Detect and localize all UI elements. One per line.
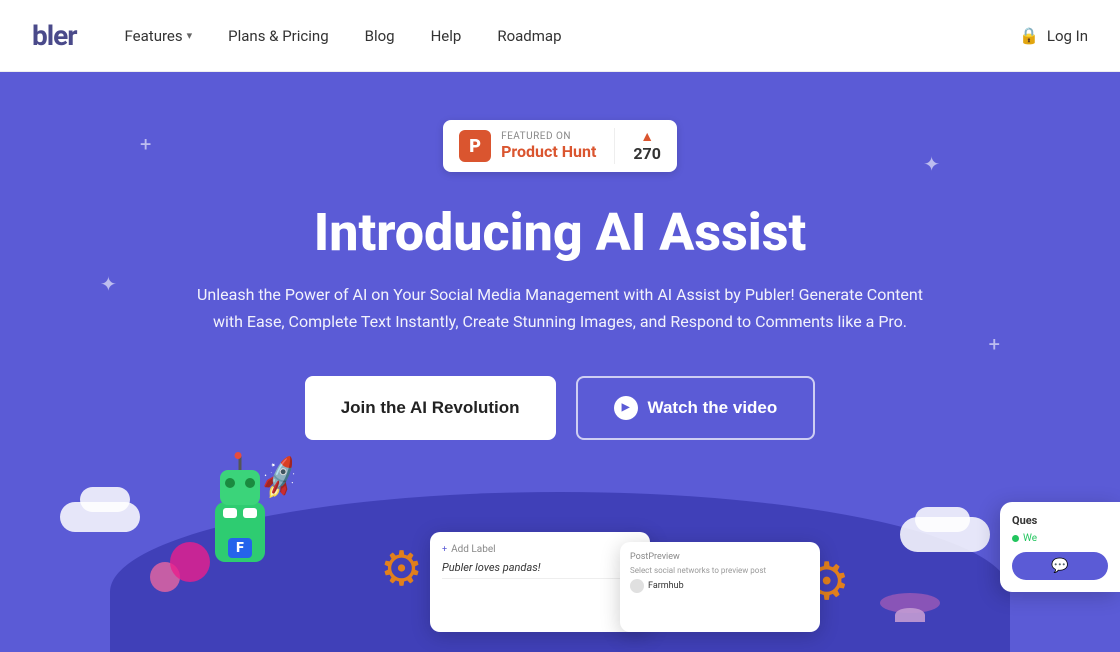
count-number: 270 <box>633 144 661 163</box>
nav-features[interactable]: Features ▾ <box>125 27 193 45</box>
nav-plans-label: Plans & Pricing <box>228 27 328 45</box>
nav-help-label: Help <box>431 27 462 45</box>
nav-blog-label: Blog <box>365 27 395 45</box>
nav-features-label: Features <box>125 27 183 45</box>
avatar-icon <box>630 579 644 593</box>
cloud-left-top <box>80 487 130 512</box>
featured-on-label: FEATURED ON <box>501 131 596 142</box>
chat-widget[interactable]: Ques We 💬 <box>1000 502 1120 592</box>
login-label: Log In <box>1047 27 1088 45</box>
add-label: Add Label <box>451 544 495 555</box>
watch-video-label: Watch the video <box>648 398 778 418</box>
sparkle-icon: + <box>989 332 1000 356</box>
preview-account: Farmhub <box>630 579 810 593</box>
chat-widget-title: Ques <box>1012 514 1108 527</box>
badge-divider <box>614 128 615 164</box>
lock-icon: 🔒 <box>1019 26 1039 45</box>
nav-blog[interactable]: Blog <box>365 27 395 45</box>
post-preview-mockup: PostPreview Select social networks to pr… <box>620 542 820 632</box>
sparkle-icon: + <box>140 132 151 156</box>
rocket-icon: 🚀 <box>255 453 305 502</box>
add-post-header: + Add Label <box>442 544 638 555</box>
nav-plans[interactable]: Plans & Pricing <box>228 27 328 45</box>
nav-roadmap[interactable]: Roadmap <box>497 27 561 45</box>
preview-title: PostPreview <box>630 552 810 562</box>
chat-bubble-icon: 💬 <box>1051 558 1068 574</box>
chat-status-label: We <box>1023 533 1037 544</box>
nav-links: Features ▾ Plans & Pricing Blog Help Roa… <box>125 27 1019 45</box>
hero-illustration: F 🚀 ⚙ ⚙ + <box>0 452 1120 652</box>
chat-button[interactable]: 💬 <box>1012 552 1108 580</box>
product-hunt-count: ▲ 270 <box>633 130 661 163</box>
hero-subtitle: Unleash the Power of AI on Your Social M… <box>190 281 930 335</box>
flower-decoration <box>170 542 210 582</box>
hero-section: + ✦ ✦ + P FEATURED ON Product Hunt ▲ 270… <box>0 72 1120 652</box>
chat-status: We <box>1012 533 1108 544</box>
sparkle-icon: ✦ <box>100 272 117 296</box>
cloud-right-top <box>915 507 970 532</box>
cta-buttons: Join the AI Revolution ▶ Watch the video <box>305 376 816 440</box>
triangle-icon: ▲ <box>640 130 654 144</box>
join-revolution-button[interactable]: Join the AI Revolution <box>305 376 556 440</box>
preview-name: Farmhub <box>648 581 684 591</box>
ufo-decoration <box>880 593 940 622</box>
watch-video-button[interactable]: ▶ Watch the video <box>576 376 816 440</box>
product-hunt-badge[interactable]: P FEATURED ON Product Hunt ▲ 270 <box>443 120 677 172</box>
product-hunt-logo: P <box>459 130 491 162</box>
hero-title: Introducing AI Assist <box>314 204 807 261</box>
post-input-area: Publer loves pandas! <box>442 561 638 579</box>
nav-roadmap-label: Roadmap <box>497 27 561 45</box>
preview-subtitle: Select social networks to preview post <box>630 566 810 575</box>
chevron-down-icon: ▾ <box>187 29 193 42</box>
product-hunt-text: FEATURED ON Product Hunt <box>501 131 596 161</box>
add-post-mockup: + Add Label Publer loves pandas! <box>430 532 650 632</box>
robot-character: F <box>215 502 265 562</box>
brand-logo: bler <box>32 19 77 52</box>
product-hunt-label: Product Hunt <box>501 142 596 161</box>
preview-title-text: PostPreview <box>630 552 680 562</box>
navbar: bler Features ▾ Plans & Pricing Blog Hel… <box>0 0 1120 72</box>
post-text: Publer loves pandas! <box>442 561 638 574</box>
sparkle-icon: ✦ <box>923 152 940 176</box>
login-button[interactable]: 🔒 Log In <box>1019 26 1088 45</box>
play-icon: ▶ <box>614 396 638 420</box>
online-indicator <box>1012 535 1019 542</box>
nav-help[interactable]: Help <box>431 27 462 45</box>
gear-icon-left: ⚙ <box>380 540 423 597</box>
